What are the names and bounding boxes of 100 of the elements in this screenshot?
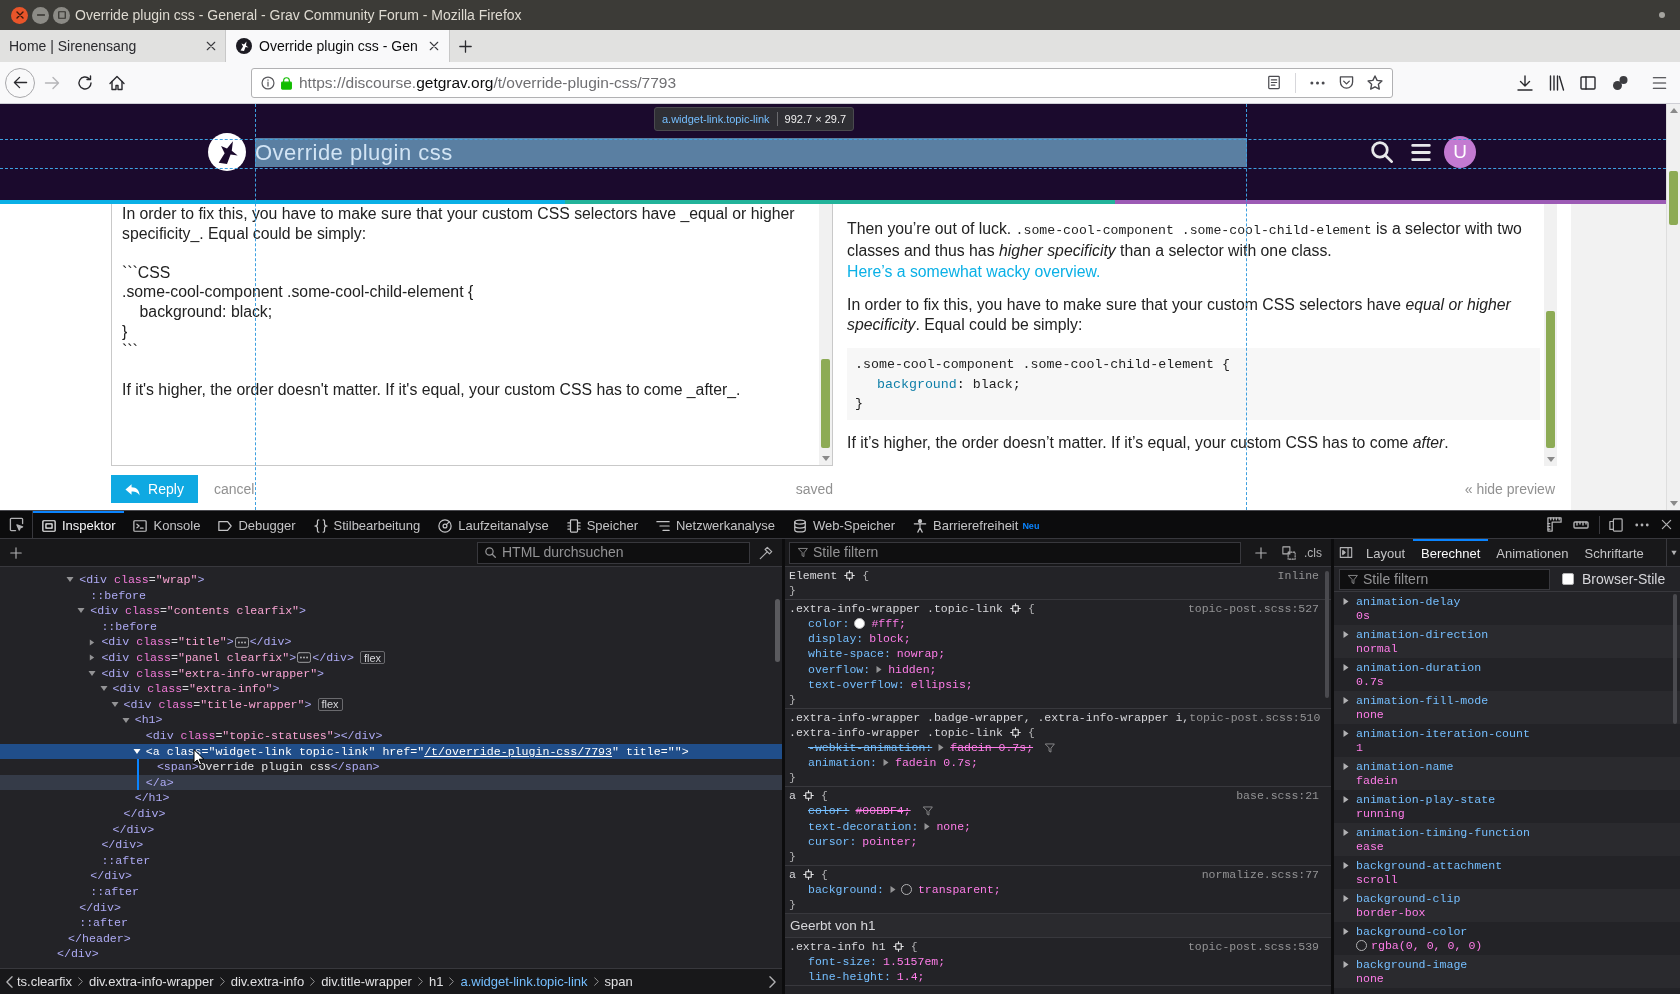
css-declaration[interactable]: color: #fff; [808, 616, 906, 632]
add-rule-icon[interactable] [1255, 546, 1267, 559]
html-tag[interactable]: ::before [101, 617, 158, 636]
css-declaration[interactable]: -webkit-animation: fadein 0.7s; [808, 740, 1056, 756]
download-icon[interactable] [1517, 74, 1533, 91]
crosshair-icon[interactable] [1009, 727, 1021, 738]
css-declaration[interactable]: display: block; [808, 631, 911, 647]
overlapping-squares-icon[interactable] [1282, 545, 1296, 560]
breadcrumb-item[interactable]: h1 [428, 971, 444, 992]
html-closing-tag[interactable]: </div> [312, 649, 354, 667]
filter-icon[interactable] [1045, 742, 1056, 753]
breadcrumb-item[interactable]: a.widget-link.topic-link [460, 971, 588, 992]
computed-scrollbar[interactable] [1673, 594, 1677, 724]
html-tag[interactable]: ::after [101, 851, 151, 870]
twisty-icon[interactable] [110, 701, 119, 709]
html-tag[interactable]: <span>Override plugin css</span> [156, 758, 380, 776]
sidebar-tab[interactable]: Animationen [1488, 539, 1577, 566]
reload-icon[interactable] [77, 74, 93, 91]
source-link[interactable]: topic-post.scss:539 [1187, 939, 1319, 955]
source-link[interactable]: Inline [1277, 568, 1319, 584]
expand-caret-icon[interactable] [1343, 630, 1349, 639]
expand-caret-icon[interactable] [924, 821, 931, 831]
new-tab-icon[interactable] [459, 39, 472, 53]
html-tag[interactable]: ::after [90, 883, 139, 901]
html-closing-tag[interactable]: </div> [112, 820, 155, 838]
computed-property[interactable]: animation-fill-mode none [1334, 691, 1680, 724]
devtools-tab[interactable]: Web-Speicher [783, 511, 905, 538]
window-close-button[interactable] [11, 6, 28, 24]
reader-view-icon[interactable] [1267, 75, 1281, 90]
html-tag[interactable]: <div class="topic-statuses"></div> [145, 727, 383, 745]
css-declaration[interactable]: white-space: nowrap; [808, 646, 946, 662]
twisty-icon[interactable] [88, 654, 97, 662]
expand-caret-icon[interactable] [1343, 795, 1349, 804]
corner-ruler-icon[interactable] [1547, 517, 1562, 532]
breadcrumb-item[interactable]: div.title-wrapper [321, 971, 412, 992]
scroll-left-icon[interactable] [6, 975, 13, 988]
page-scrollbar[interactable] [1666, 104, 1680, 510]
computed-property[interactable]: background-clip border-box [1334, 889, 1680, 922]
breadcrumb-item[interactable]: span [604, 971, 633, 992]
css-declaration[interactable]: line-height: 1.4; [808, 969, 925, 985]
search-icon[interactable] [1371, 141, 1393, 163]
home-icon[interactable] [109, 74, 125, 91]
css-selector[interactable]: .extra-info-wrapper .badge-wrapper, .extra-info-wrapper i, [789, 709, 1190, 725]
devtools-tab[interactable]: Debugger [209, 511, 305, 538]
close-icon[interactable] [1661, 519, 1672, 530]
crosshair-icon[interactable] [844, 570, 856, 582]
css-declaration[interactable]: background: transparent; [808, 881, 1001, 897]
sidebar-tab[interactable]: Layout [1358, 539, 1414, 566]
breadcrumb-item[interactable]: ts.clearfix [17, 971, 72, 992]
source-link[interactable]: base.scss:21 [1236, 788, 1319, 804]
html-search-field[interactable]: HTML durchsuchen [477, 541, 750, 564]
twisty-icon[interactable] [88, 638, 97, 646]
css-declaration[interactable]: font-size: 1.5157em; [808, 954, 946, 970]
computed-filter-field[interactable]: Stile filtern [1339, 568, 1550, 590]
more-icon[interactable] [1635, 522, 1649, 527]
window-maximize-button[interactable] [53, 6, 70, 24]
html-closing-tag[interactable]: </header> [68, 929, 131, 948]
source-link[interactable]: normalize.scss:77 [1201, 866, 1319, 882]
css-declaration[interactable]: cursor: pointer; [808, 833, 918, 849]
sidebar-tab[interactable]: Schriftarte [1576, 539, 1652, 566]
html-closing-tag[interactable]: </a> [145, 773, 174, 792]
source-link[interactable]: topic-post.scss:527 [1187, 601, 1319, 617]
twisty-icon[interactable] [88, 669, 97, 677]
html-tag[interactable]: <div class="title-wrapper"> [123, 695, 312, 714]
menu-icon[interactable] [1652, 75, 1667, 90]
computed-property[interactable]: animation-timing-function ease [1334, 823, 1680, 856]
expand-caret-icon[interactable] [883, 758, 889, 768]
sidebar-tab[interactable]: Berechnet [1413, 539, 1489, 566]
info-icon[interactable] [261, 75, 275, 90]
close-icon[interactable] [206, 41, 216, 51]
devtools-tab[interactable]: Speicher [557, 511, 647, 538]
twisty-icon[interactable] [66, 576, 75, 584]
css-declaration[interactable]: text-overflow: ellipsis; [808, 676, 973, 692]
html-tag[interactable]: <div class="contents clearfix"> [90, 602, 307, 620]
window-minimize-button[interactable] [32, 6, 49, 24]
html-tag[interactable]: <div class="extra-info-wrapper"> [101, 664, 325, 683]
html-closing-tag[interactable]: </div> [101, 836, 144, 854]
expand-caret-icon[interactable] [1343, 597, 1349, 606]
twisty-icon[interactable] [99, 685, 108, 693]
rules-scrollbar[interactable] [1325, 571, 1329, 698]
star-icon[interactable] [1367, 74, 1383, 91]
css-selector[interactable]: .extra-info-wrapper .topic-link [789, 724, 1003, 741]
css-declaration[interactable]: color: #00BDF4; [808, 803, 933, 819]
expand-caret-icon[interactable] [889, 884, 896, 894]
css-declaration[interactable]: animation: fadein 0.7s; [808, 755, 978, 771]
library-icon[interactable] [1549, 74, 1565, 91]
flex-badge[interactable]: flex [317, 698, 343, 712]
expand-caret-icon[interactable] [1343, 663, 1349, 672]
checkbox[interactable] [1562, 573, 1574, 585]
devtools-tab[interactable]: Konsole [124, 511, 210, 538]
color-swatch-icon[interactable] [854, 618, 866, 630]
expand-caret-icon[interactable] [1343, 894, 1349, 903]
crosshair-icon[interactable] [802, 790, 814, 802]
computed-property[interactable]: background-image none [1334, 955, 1680, 988]
add-node-icon[interactable] [10, 546, 22, 559]
browser-tab[interactable]: Home | Sirenensang [0, 30, 225, 62]
css-declaration[interactable]: overflow: hidden; [808, 661, 937, 677]
expand-caret-icon[interactable] [1343, 927, 1349, 936]
devtools-tab[interactable]: Stilbearbeitung [304, 511, 430, 538]
devtools-tab[interactable]: Barrierefreiheit Neu [904, 511, 1049, 538]
